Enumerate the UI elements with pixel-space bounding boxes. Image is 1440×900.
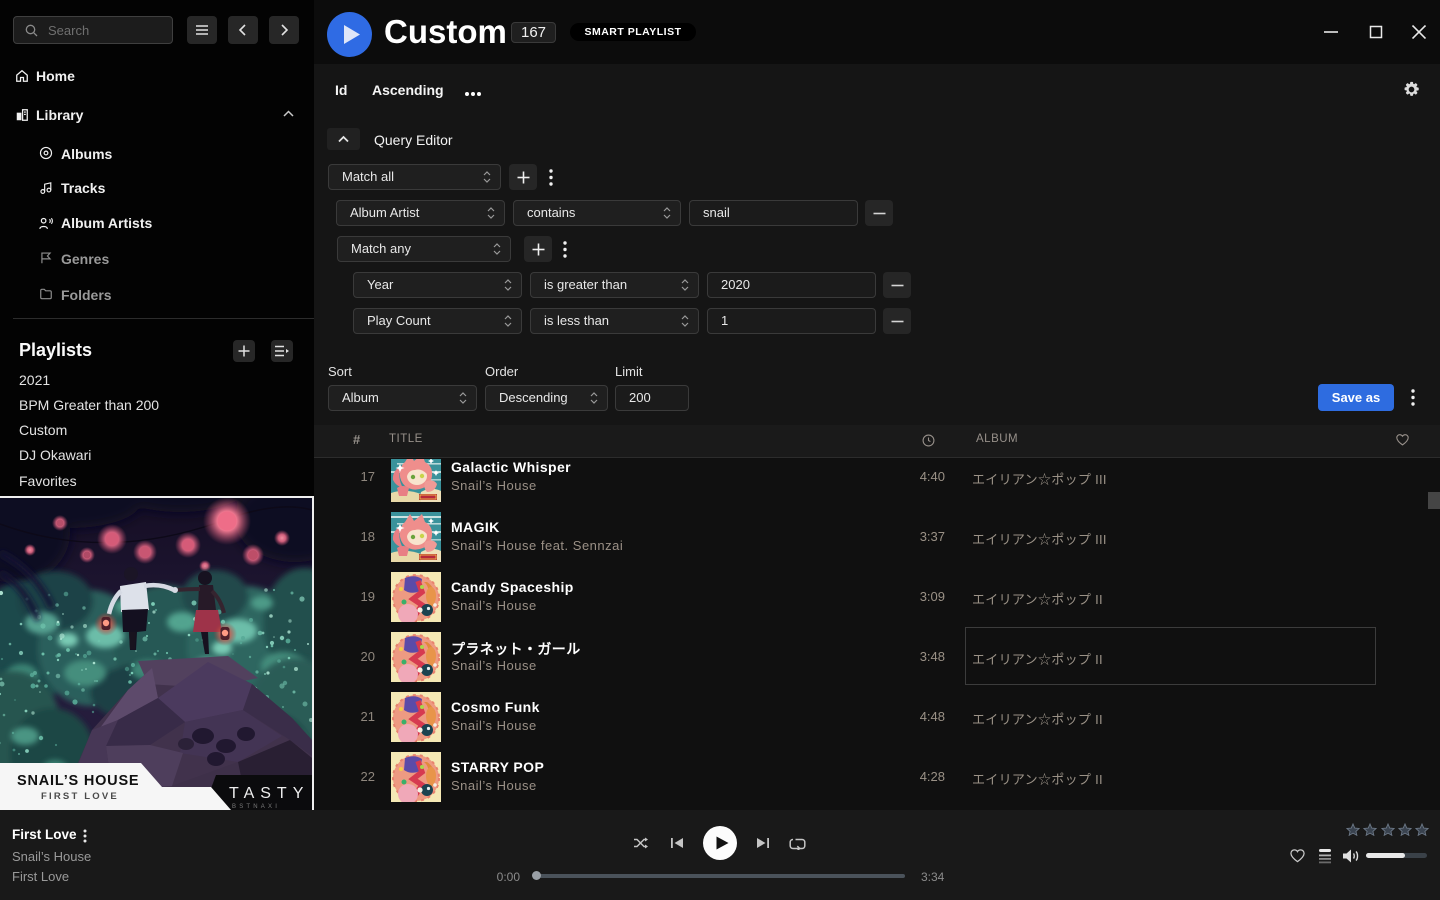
svg-text:TASTY: TASTY	[229, 785, 309, 802]
svg-text:FIRST LOVE: FIRST LOVE	[41, 791, 119, 802]
svg-text:SNAIL’S HOUSE: SNAIL’S HOUSE	[17, 773, 139, 789]
